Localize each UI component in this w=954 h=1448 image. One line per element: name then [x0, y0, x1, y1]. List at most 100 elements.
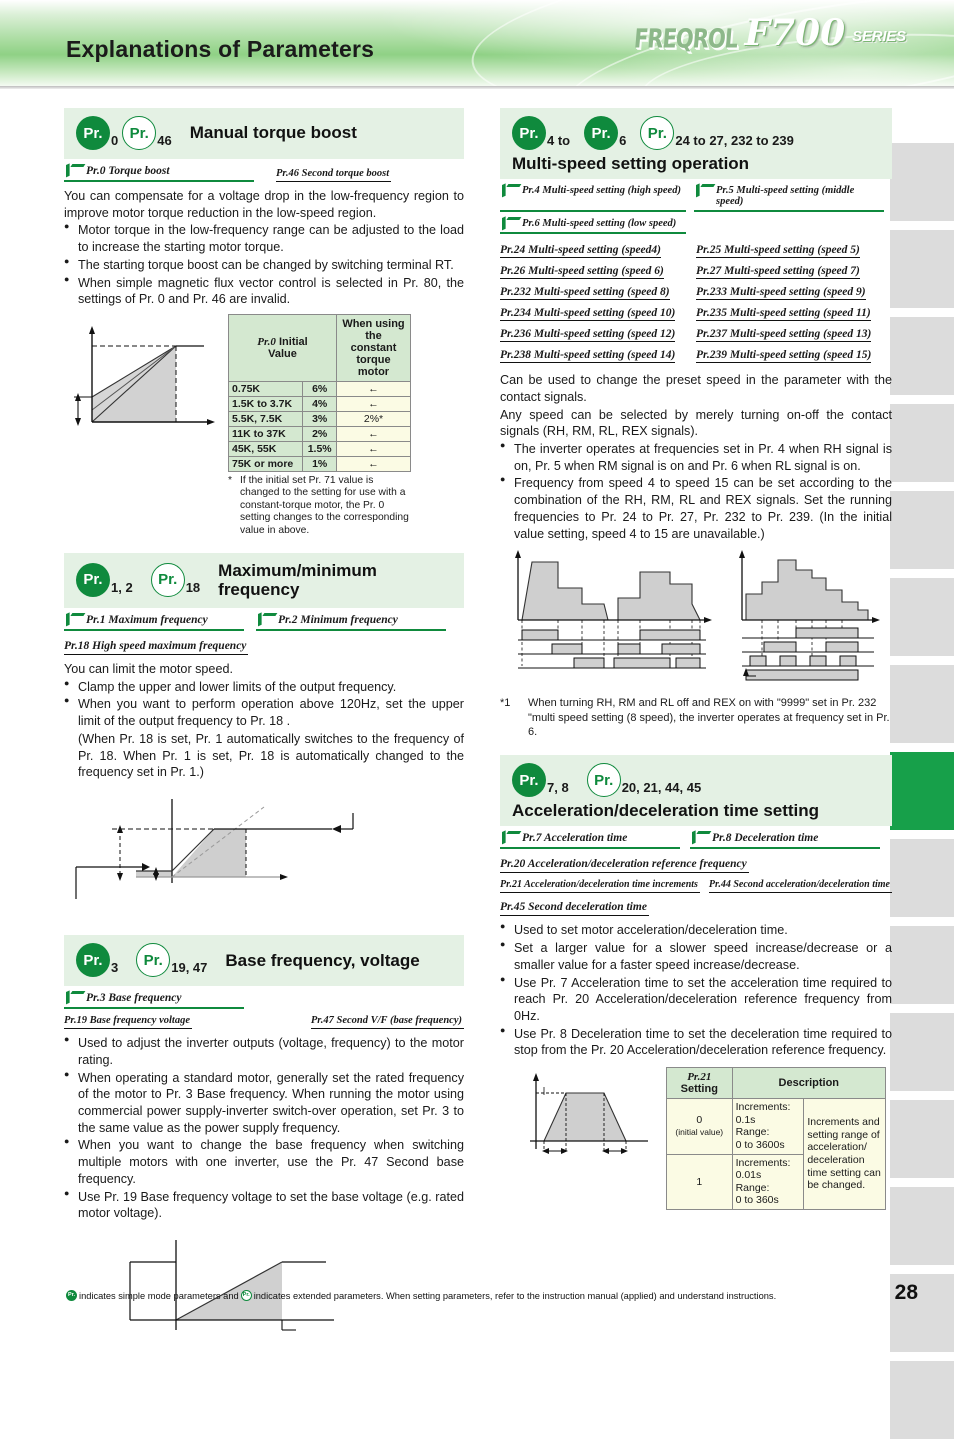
- pr-circle-icon: Pr.: [584, 116, 619, 150]
- param-cell: Pr.24 Multi-speed setting (speed4): [500, 239, 696, 260]
- pr21-table-wrap: Pr.21 Setting Description 0 (initial valu…: [666, 1067, 887, 1210]
- param-cell: Pr.237 Multi-speed setting (speed 13): [696, 323, 892, 344]
- pr-circle-icon: Pr.: [76, 943, 110, 978]
- side-tab-7[interactable]: [890, 665, 954, 743]
- param-cell: Pr.27 Multi-speed setting (speed 7): [696, 260, 892, 281]
- table-header-row: Pr.21 Setting Description: [666, 1067, 887, 1100]
- footnote-text: If the initial set Pr. 71 value is chang…: [240, 475, 409, 536]
- cell-capacity: 5.5K, 7.5K: [227, 411, 304, 428]
- cell-capacity: 45K, 55K: [227, 441, 304, 458]
- max-min-frequency-body: You can limit the motor speed. Clamp the…: [64, 661, 464, 781]
- bullet-list: Used to set motor acceleration/decelerat…: [500, 921, 892, 1059]
- param-simple-pr1: Pr.1 Maximum frequency: [64, 613, 244, 631]
- parameter-name-row: Pr.6 Multi-speed setting (low speed): [500, 217, 892, 235]
- section-title: Base frequency, voltage: [225, 950, 420, 970]
- side-tab-1[interactable]: [890, 143, 954, 221]
- parameter-name-row: Pr.19 Base frequency voltage Pr.47 Secon…: [64, 1014, 464, 1030]
- param-list-row: Pr.26 Multi-speed setting (speed 6) Pr.2…: [500, 260, 892, 281]
- bullet-item: When simple magnetic flux vector control…: [64, 274, 464, 308]
- side-tab-8-active[interactable]: [890, 752, 954, 830]
- parenthetical-note: (When Pr. 18 is set, Pr. 1 automatically…: [78, 731, 464, 780]
- multi-speed-timing-svg: [515, 550, 880, 681]
- pr-circle-icon: Pr.: [122, 116, 157, 150]
- cell-constant: ←: [336, 381, 411, 398]
- timing-chart-right: [739, 550, 880, 681]
- footnote-mark: *1: [500, 697, 511, 710]
- section-title: Manual torque boost: [189, 123, 357, 143]
- param-list-row: Pr.234 Multi-speed setting (speed 10) Pr…: [500, 302, 892, 323]
- header-pr-label: Pr.0: [257, 336, 276, 349]
- timing-chart-left: [515, 550, 712, 669]
- side-tab-2[interactable]: [890, 230, 954, 308]
- logo-model: F700: [744, 12, 846, 54]
- pr-badge-extended: Pr. 19, 47: [136, 943, 208, 978]
- right-column: Pr. 4 to Pr. 6 Pr. 24 to 27, 232 to 239 …: [500, 108, 892, 1210]
- table-header-constant-torque: When using the constant torque motor: [336, 314, 411, 383]
- page-banner: FREQROL F700 SERIES Explanations of Para…: [0, 0, 954, 88]
- pr-badge-number: 20, 21, 44, 45: [621, 780, 702, 796]
- multi-speed-parameter-list: Pr.24 Multi-speed setting (speed4) Pr.25…: [500, 239, 892, 365]
- multi-speed-timing-diagrams: [500, 548, 892, 688]
- pr-badge-number: 18: [185, 579, 201, 595]
- side-tab-9[interactable]: [890, 839, 954, 917]
- base-frequency-body: Used to adjust the inverter outputs (vol…: [64, 1034, 464, 1222]
- section-title: Multi-speed setting operation: [512, 154, 750, 173]
- bullet-list: Clamp the upper and lower limits of the …: [64, 678, 464, 730]
- base-frequency-svg: [129, 1240, 334, 1331]
- max-min-frequency-svg: [75, 799, 354, 900]
- table-header-initial-value: Pr.0 Initial Value: [228, 314, 337, 383]
- bullet-item: When operating a standard motor, general…: [64, 1069, 464, 1137]
- pr21-setting-table: Pr.21 Setting Description 0 (initial valu…: [666, 1067, 887, 1210]
- param-simple-pr6: Pr.6 Multi-speed setting (low speed): [500, 217, 686, 235]
- section-title: Maximum/minimum frequency: [218, 560, 377, 599]
- pr-badge-number: 46: [157, 133, 172, 148]
- page-title: Explanations of Parameters: [66, 36, 375, 62]
- footnote-text: When turning RH, RM and RL off and REX o…: [528, 697, 890, 738]
- side-tab-15[interactable]: [890, 1361, 954, 1439]
- cell-value: 3%: [302, 411, 337, 428]
- side-tab-11[interactable]: [890, 1013, 954, 1091]
- param-simple-pr8: Pr.8 Deceleration time: [690, 831, 880, 850]
- parameter-name-row: Pr.1 Maximum frequency Pr.2 Minimum freq…: [64, 613, 464, 631]
- cell-capacity: 75K or more: [227, 456, 304, 473]
- pr-badge-number: 1, 2: [111, 579, 133, 595]
- side-tab-10[interactable]: [890, 926, 954, 1004]
- param-simple-pr4: Pr.4 Multi-speed setting (high speed): [500, 184, 686, 213]
- page-footer: Pr. indicates simple mode parameters and…: [64, 1290, 892, 1301]
- bullet-item: When you want to change the base frequen…: [64, 1136, 464, 1187]
- param-ext-pr45: Pr.45 Second deceleration time: [500, 900, 649, 917]
- pr-circle-icon: Pr.: [76, 562, 110, 597]
- pr-badge-number: 6: [619, 133, 627, 148]
- pr-circle-icon: Pr.: [512, 763, 546, 798]
- side-tab-13[interactable]: [890, 1187, 954, 1265]
- footer-text-before: indicates simple mode parameters and: [79, 1290, 239, 1301]
- max-min-frequency-graph: [64, 791, 464, 921]
- table-header-row: Pr.0 Initial Value When using the constan…: [228, 314, 411, 383]
- param-ext-pr233: Pr.233 Multi-speed setting (speed 9): [696, 286, 866, 301]
- pr-badge-simple: Pr. 0: [76, 116, 118, 150]
- param-simple-pr5: Pr.5 Multi-speed setting (middle speed): [694, 184, 884, 213]
- logo-brand: FREQROL: [633, 24, 739, 55]
- param-cell: Pr.239 Multi-speed setting (speed 15): [696, 344, 892, 365]
- bullet-item: Use Pr. 7 Acceleration time to set the a…: [500, 973, 892, 1025]
- bullet-item: Set a larger value for a slower speed in…: [500, 939, 892, 973]
- pr-badge-number: 19, 47: [171, 960, 208, 976]
- side-tab-6[interactable]: [890, 578, 954, 656]
- manual-torque-boost-body: You can compensate for a voltage drop in…: [64, 188, 464, 308]
- cell-constant: ←: [336, 426, 411, 443]
- bullet-list: Used to adjust the inverter outputs (vol…: [64, 1034, 464, 1222]
- intro-paragraph: You can limit the motor speed.: [64, 661, 233, 676]
- side-tab-4[interactable]: [890, 404, 954, 482]
- cell-capacity: 0.75K: [227, 381, 304, 398]
- left-column: Pr. 0 Pr. 46 Manual torque boost Pr.0 To…: [64, 108, 464, 1347]
- side-tab-3[interactable]: [890, 317, 954, 395]
- side-tab-5[interactable]: [890, 491, 954, 569]
- table-row: 5.5K, 7.5K 3% 2%*: [227, 411, 411, 428]
- parameter-name-row: Pr.20 Acceleration/deceleration referenc…: [500, 854, 892, 874]
- torque-boost-table-wrap: Pr.0 Initial Value When using the constan…: [227, 314, 412, 537]
- bullet-list: Motor torque in the low-frequency range …: [64, 221, 464, 308]
- param-ext-pr25: Pr.25 Multi-speed setting (speed 5): [696, 244, 860, 259]
- side-tab-12[interactable]: [890, 1100, 954, 1178]
- section-header-accel-decel: Pr. 7, 8 Pr. 20, 21, 44, 45 Acceleration…: [500, 755, 892, 827]
- param-ext-pr44: Pr.44 Second acceleration/deceleration t…: [708, 878, 892, 894]
